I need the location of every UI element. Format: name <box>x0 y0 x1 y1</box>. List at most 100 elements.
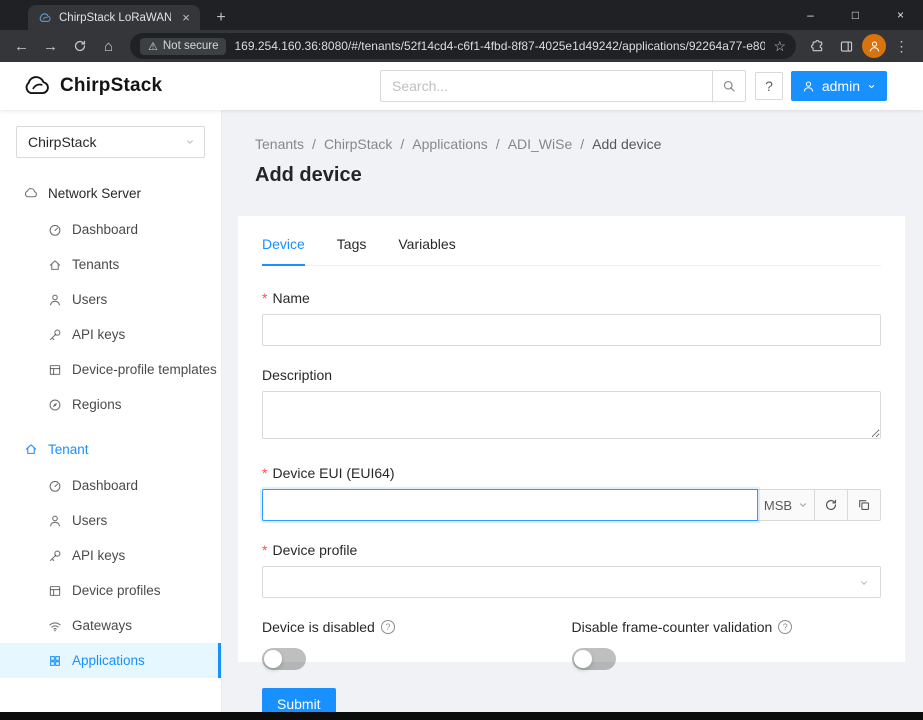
home-icon <box>48 258 62 272</box>
dev-eui-label: * Device EUI (EUI64) <box>262 465 881 481</box>
tenant-select-value: ChirpStack <box>28 134 96 150</box>
breadcrumb-chirpstack[interactable]: ChirpStack <box>324 136 392 152</box>
admin-menu-button[interactable]: admin <box>791 71 887 101</box>
bookmark-star-icon[interactable]: ☆ <box>773 38 786 55</box>
back-button[interactable]: ← <box>8 33 35 60</box>
window-close-button[interactable]: × <box>878 0 923 30</box>
tab-close-icon[interactable]: × <box>178 10 194 26</box>
required-asterisk: * <box>262 291 267 305</box>
wifi-icon <box>48 619 62 633</box>
sidebar-menu: Network Server Dashboard Tenants Users A… <box>0 174 221 678</box>
add-device-card: Device Tags Variables * Name Description <box>238 216 905 662</box>
browser-tab[interactable]: ChirpStack LoRaWAN® Netwo... × <box>28 5 200 30</box>
sidebar-item-ns-device-profile-templates[interactable]: Device-profile templates <box>0 352 221 387</box>
sidebar-item-tenant-applications[interactable]: Applications <box>0 643 221 678</box>
sidebar: ChirpStack Network Server Dashboard Tena… <box>0 110 222 712</box>
item-label: Users <box>72 513 107 528</box>
add-device-form: * Name Description * Device EUI (EUI64) <box>262 266 881 712</box>
minimize-button[interactable]: – <box>788 0 833 30</box>
global-search <box>380 70 746 102</box>
breadcrumb-applications[interactable]: Applications <box>412 136 488 152</box>
sidebar-section-tenant[interactable]: Tenant <box>0 430 221 468</box>
breadcrumb-adi-wise[interactable]: ADI_WiSe <box>508 136 573 152</box>
sidebar-item-tenant-device-profiles[interactable]: Device profiles <box>0 573 221 608</box>
sidebar-item-tenant-api-keys[interactable]: API keys <box>0 538 221 573</box>
breadcrumb-separator: / <box>496 136 500 152</box>
frame-counter-toggle[interactable] <box>572 648 616 670</box>
window-bottom-edge <box>0 712 923 720</box>
item-label: Tenants <box>72 257 119 272</box>
tab-tags[interactable]: Tags <box>337 230 367 265</box>
breadcrumb-separator: / <box>312 136 316 152</box>
brand-name: ChirpStack <box>60 75 162 97</box>
copy-eui-button[interactable] <box>847 489 881 521</box>
name-input[interactable] <box>262 314 881 346</box>
name-label: * Name <box>262 290 881 306</box>
search-input[interactable] <box>380 70 712 102</box>
sidebar-section-network-server[interactable]: Network Server <box>0 174 221 212</box>
forward-button[interactable]: → <box>37 33 64 60</box>
sidebar-item-ns-api-keys[interactable]: API keys <box>0 317 221 352</box>
tab-device[interactable]: Device <box>262 230 305 266</box>
extensions-icon[interactable] <box>804 33 831 60</box>
dev-eui-input[interactable] <box>262 489 758 521</box>
tooltip-info-icon[interactable]: ? <box>381 620 395 634</box>
appstore-icon <box>48 654 62 668</box>
required-asterisk: * <box>262 466 267 480</box>
compass-icon <box>48 398 62 412</box>
item-label: Device profiles <box>72 583 161 598</box>
frame-counter-label: Disable frame-counter validation ? <box>572 619 882 635</box>
submit-button[interactable]: Submit <box>262 688 336 712</box>
form-tabs: Device Tags Variables <box>262 216 881 266</box>
browser-home-button[interactable]: ⌂ <box>95 33 122 60</box>
name-field: * Name <box>262 290 881 346</box>
device-profile-select[interactable] <box>262 566 881 598</box>
breadcrumb-tenants[interactable]: Tenants <box>255 136 304 152</box>
sidebar-item-tenant-dashboard[interactable]: Dashboard <box>0 468 221 503</box>
help-button[interactable]: ? <box>755 72 783 100</box>
table-icon <box>48 363 62 377</box>
device-profile-field: * Device profile <box>262 542 881 598</box>
menu-gap <box>0 422 221 430</box>
sidebar-item-ns-dashboard[interactable]: Dashboard <box>0 212 221 247</box>
required-asterisk: * <box>262 543 267 557</box>
sidebar-item-tenant-gateways[interactable]: Gateways <box>0 608 221 643</box>
device-disabled-col: Device is disabled ? <box>262 619 572 670</box>
generate-eui-button[interactable] <box>814 489 848 521</box>
sidebar-item-ns-regions[interactable]: Regions <box>0 387 221 422</box>
sidebar-item-tenant-users[interactable]: Users <box>0 503 221 538</box>
user-icon <box>48 293 62 307</box>
byte-order-value: MSB <box>764 498 792 513</box>
tab-variables[interactable]: Variables <box>398 230 455 265</box>
chirpstack-logo[interactable]: ChirpStack <box>22 71 162 101</box>
device-disabled-toggle[interactable] <box>262 648 306 670</box>
section-label: Tenant <box>48 442 89 457</box>
search-button[interactable] <box>712 70 746 102</box>
sidebar-item-ns-users[interactable]: Users <box>0 282 221 317</box>
sidebar-item-ns-tenants[interactable]: Tenants <box>0 247 221 282</box>
side-panel-icon[interactable] <box>833 33 860 60</box>
address-bar[interactable]: ⚠ Not secure 169.254.160.36:8080/#/tenan… <box>130 33 796 59</box>
tab-title: ChirpStack LoRaWAN® Netwo... <box>59 12 171 24</box>
key-icon <box>48 328 62 342</box>
key-icon <box>48 549 62 563</box>
item-label: Device-profile templates <box>72 362 217 377</box>
tenant-select[interactable]: ChirpStack <box>16 126 205 158</box>
dev-eui-field: * Device EUI (EUI64) MSB <box>262 465 881 521</box>
browser-menu-icon[interactable]: ⋮ <box>888 33 915 60</box>
user-icon <box>802 80 815 93</box>
switch-row: Device is disabled ? Disable frame-count… <box>262 619 881 670</box>
security-badge[interactable]: ⚠ Not secure <box>140 38 226 55</box>
tooltip-info-icon[interactable]: ? <box>778 620 792 634</box>
new-tab-button[interactable]: + <box>210 7 232 29</box>
chevron-down-icon <box>867 82 876 91</box>
item-label: API keys <box>72 327 125 342</box>
browser-profile-avatar[interactable] <box>862 34 886 58</box>
breadcrumb-current: Add device <box>592 136 661 152</box>
breadcrumb-separator: / <box>580 136 584 152</box>
description-input[interactable] <box>262 391 881 439</box>
reload-button[interactable] <box>66 33 93 60</box>
byte-order-select[interactable]: MSB <box>757 489 815 521</box>
maximize-button[interactable]: □ <box>833 0 878 30</box>
dashboard-icon <box>48 223 62 237</box>
